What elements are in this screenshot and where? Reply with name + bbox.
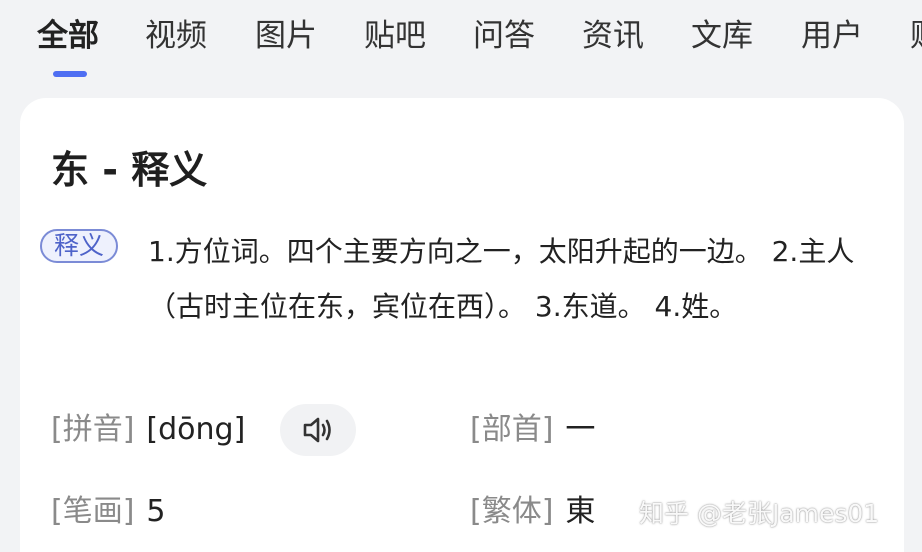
tab-finance[interactable]: 财 (910, 14, 922, 58)
speaker-icon (303, 417, 331, 443)
radical-row: [部首] 一 (470, 408, 595, 452)
strokes-label: [笔画] (51, 494, 135, 529)
tab-qa[interactable]: 问答 (473, 14, 535, 58)
tab-news[interactable]: 资讯 (582, 14, 644, 58)
tab-wenku[interactable]: 文库 (691, 14, 753, 58)
strokes-row: [笔画] 5 (51, 490, 166, 534)
tab-all[interactable]: 全部 (37, 14, 99, 58)
radical-value: 一 (565, 412, 596, 447)
tab-users[interactable]: 用户 (801, 14, 863, 58)
definition-badge: 释义 (40, 229, 118, 263)
active-tab-indicator (53, 71, 87, 77)
tab-images[interactable]: 图片 (255, 14, 317, 58)
tab-tieba[interactable]: 贴吧 (364, 14, 426, 58)
strokes-value: 5 (146, 494, 166, 529)
traditional-value: 東 (565, 494, 596, 529)
traditional-label: [繁体] (470, 494, 554, 529)
radical-label: [部首] (470, 412, 554, 447)
definition-text: 1.方位词。四个主要方向之一，太阳升起的一边。 2.主人（古时主位在东，宾位在西… (148, 235, 855, 323)
pinyin-value: [dōng] (146, 412, 246, 447)
tab-video[interactable]: 视频 (145, 14, 207, 58)
search-category-tabs: 全部 视频 图片 贴吧 问答 资讯 文库 用户 财 (0, 0, 922, 90)
pinyin-label: [拼音] (51, 412, 135, 447)
search-results-screen: 全部 视频 图片 贴吧 问答 资讯 文库 用户 财 东 - 释义 释义 1.方位… (0, 0, 922, 552)
pronunciation-button[interactable] (280, 404, 356, 456)
card-title: 东 - 释义 (51, 148, 208, 192)
dictionary-card: 东 - 释义 释义 1.方位词。四个主要方向之一，太阳升起的一边。 2.主人（古… (20, 98, 904, 552)
traditional-row: [繁体] 東 (470, 490, 595, 534)
pinyin-row: [拼音] [dōng] (51, 408, 245, 452)
watermark: 知乎 @老张James01 (639, 499, 880, 528)
